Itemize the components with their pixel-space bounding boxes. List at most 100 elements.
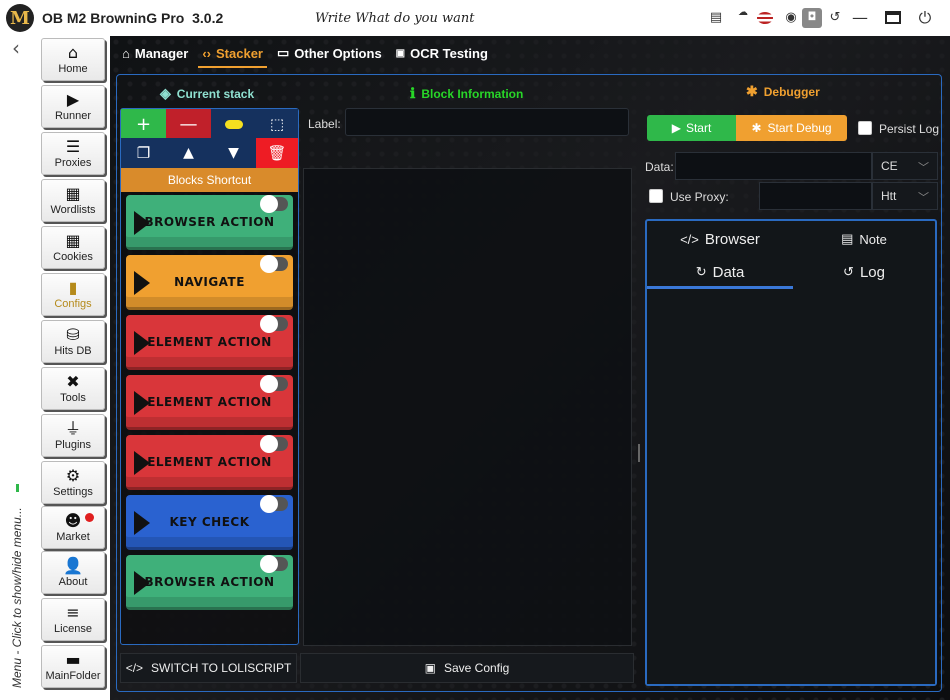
delete-block-button[interactable]: 🗑 bbox=[256, 138, 298, 168]
minimize-icon[interactable]: — bbox=[851, 9, 869, 27]
save-config-button[interactable]: ▣ Save Config bbox=[300, 653, 634, 683]
blocks-shortcut-header: Blocks Shortcut bbox=[121, 168, 298, 192]
nav-cookies[interactable]: ▦ Cookies bbox=[41, 226, 105, 269]
debugger-panel: </> Browser ▤ Note ↻ Data ↺ Log bbox=[645, 219, 937, 686]
block-enable-toggle[interactable] bbox=[260, 195, 288, 213]
toggle-block-button[interactable] bbox=[211, 109, 256, 139]
start-button[interactable]: ▶ Start bbox=[647, 115, 736, 141]
data-label: Data: bbox=[645, 160, 674, 174]
minus-icon: — bbox=[179, 113, 198, 135]
tab-note[interactable]: ▤ Note bbox=[793, 225, 935, 253]
nav-license[interactable]: ≡ License bbox=[41, 598, 105, 641]
arrow-up-icon: ▲ bbox=[183, 145, 194, 161]
nav-proxies[interactable]: ☰ Proxies bbox=[41, 132, 105, 175]
history-icon[interactable]: ↺ bbox=[826, 9, 844, 27]
tab-browser[interactable]: </> Browser bbox=[647, 225, 793, 253]
tab-other-options[interactable]: ▭ Other Options bbox=[277, 36, 382, 70]
block-element-action[interactable]: ELEMENT ACTION bbox=[126, 435, 293, 490]
code-icon: ‹› bbox=[202, 45, 211, 61]
alien-icon: ☻ bbox=[64, 511, 82, 530]
move-up-button[interactable]: ▲ bbox=[166, 138, 211, 168]
start-debug-button[interactable]: ✱ Start Debug bbox=[736, 115, 847, 141]
power-icon[interactable]: ⏻ bbox=[916, 9, 934, 27]
debugger-title: ✱ Debugger bbox=[746, 83, 820, 99]
proxy-input[interactable] bbox=[759, 182, 872, 210]
tab-data[interactable]: ↻ Data bbox=[647, 258, 793, 289]
back-chevron-icon[interactable]: ‹ bbox=[12, 36, 20, 60]
nav-about[interactable]: 👤 About bbox=[41, 551, 105, 594]
block-browser-action[interactable]: BROWSER ACTION bbox=[126, 195, 293, 250]
folder-icon: ▬ bbox=[65, 650, 81, 669]
select-blocks-button[interactable]: ⬚ bbox=[256, 109, 298, 139]
data-view[interactable] bbox=[647, 289, 935, 684]
tab-ocr-testing[interactable]: ▣ OCR Testing bbox=[396, 36, 488, 70]
use-proxy-checkbox[interactable] bbox=[649, 189, 663, 203]
status-indicator bbox=[16, 484, 19, 492]
nav-wordlists[interactable]: ▦ Wordlists bbox=[41, 179, 105, 222]
block-browser-action[interactable]: BROWSER ACTION bbox=[126, 555, 293, 610]
remove-block-button[interactable]: — bbox=[166, 109, 211, 139]
proxy-type-select[interactable]: Htt ﹀ bbox=[872, 182, 938, 210]
block-enable-toggle[interactable] bbox=[260, 495, 288, 513]
telegram-icon[interactable]: ◉ bbox=[782, 9, 800, 27]
home-icon: ⌂ bbox=[67, 43, 79, 62]
nav-home[interactable]: ⌂ Home bbox=[41, 38, 105, 81]
camera-icon[interactable]: ◘ bbox=[802, 8, 822, 28]
cloud-icon[interactable]: ☁ bbox=[734, 4, 752, 22]
refresh-icon: ↻ bbox=[695, 264, 707, 279]
data-type-select[interactable]: CE ﹀ bbox=[872, 152, 938, 180]
menu-toggle-hint[interactable]: Menu - Click to show/hide menu... bbox=[10, 507, 24, 688]
chat-icon: ▭ bbox=[276, 45, 290, 60]
block-enable-toggle[interactable] bbox=[260, 555, 288, 573]
nav-hits-db[interactable]: ⛁ Hits DB bbox=[41, 320, 105, 363]
block-enable-toggle[interactable] bbox=[260, 315, 288, 333]
main-nav: ⌂ Home ▶ Runner ☰ Proxies ▦ Wordlists ▦ Cooki… bbox=[38, 36, 110, 700]
info-icon: ℹ bbox=[410, 85, 416, 101]
block-key-check[interactable]: KEY CHECK bbox=[126, 495, 293, 550]
persist-log-checkbox[interactable] bbox=[858, 121, 872, 135]
block-enable-toggle[interactable] bbox=[260, 255, 288, 273]
switch-to-loliscript-button[interactable]: </> SWITCH TO LOLISCRIPT bbox=[120, 653, 297, 683]
block-navigate[interactable]: NAVIGATE bbox=[126, 255, 293, 310]
save-icon: ▣ bbox=[424, 661, 436, 675]
tab-manager[interactable]: ⌂ Manager bbox=[122, 36, 188, 70]
code-icon: </> bbox=[125, 661, 144, 675]
block-enable-toggle[interactable] bbox=[260, 375, 288, 393]
nav-market[interactable]: ☻ Market bbox=[41, 506, 105, 549]
book-icon: ▮ bbox=[68, 278, 78, 297]
us-flag-icon[interactable] bbox=[757, 12, 773, 24]
clone-block-button[interactable]: ❐ bbox=[121, 138, 166, 168]
trash-icon: 🗑 bbox=[267, 144, 287, 162]
tab-stacker[interactable]: ‹› Stacker bbox=[198, 36, 267, 70]
nav-mainfolder[interactable]: ▬ MainFolder bbox=[41, 645, 105, 688]
tools-icon: ✖ bbox=[66, 372, 80, 391]
current-stack-title: ◈ Current stack bbox=[160, 85, 255, 101]
home-circle-icon: ⌂ bbox=[122, 45, 130, 61]
document-icon[interactable]: ▤ bbox=[707, 9, 725, 27]
tab-log[interactable]: ↺ Log bbox=[793, 258, 935, 286]
nav-settings[interactable]: ⚙ Settings bbox=[41, 461, 105, 504]
plug-icon: ⏚ bbox=[64, 419, 81, 438]
maximize-icon[interactable] bbox=[885, 11, 901, 24]
block-info-canvas[interactable] bbox=[303, 168, 632, 646]
block-element-action[interactable]: ELEMENT ACTION bbox=[126, 375, 293, 430]
data-input[interactable] bbox=[675, 152, 872, 180]
nav-configs[interactable]: ▮ Configs bbox=[41, 273, 105, 316]
user-question-icon: 👤 bbox=[63, 556, 83, 575]
nav-runner[interactable]: ▶ Runner bbox=[41, 85, 105, 128]
block-enable-toggle[interactable] bbox=[260, 435, 288, 453]
play-icon: ▶ bbox=[671, 121, 681, 135]
move-down-button[interactable]: ▼ bbox=[211, 138, 256, 168]
server-icon: ☰ bbox=[65, 137, 81, 156]
play-icon: ▶ bbox=[66, 90, 80, 109]
block-info-title: ℹ Block Information bbox=[410, 85, 524, 101]
nav-tools[interactable]: ✖ Tools bbox=[41, 367, 105, 410]
block-element-action[interactable]: ELEMENT ACTION bbox=[126, 315, 293, 370]
nav-plugins[interactable]: ⏚ Plugins bbox=[41, 414, 105, 457]
title-bar: M OB M2 BrowninG Pro 3.0.2 Write What do… bbox=[0, 0, 950, 36]
panel-splitter[interactable] bbox=[638, 444, 640, 462]
label-input[interactable] bbox=[345, 108, 629, 136]
add-block-button[interactable]: + bbox=[121, 109, 166, 139]
label-field-label: Label: bbox=[308, 117, 341, 131]
app-title: OB M2 BrowninG Pro 3.0.2 bbox=[42, 10, 224, 26]
